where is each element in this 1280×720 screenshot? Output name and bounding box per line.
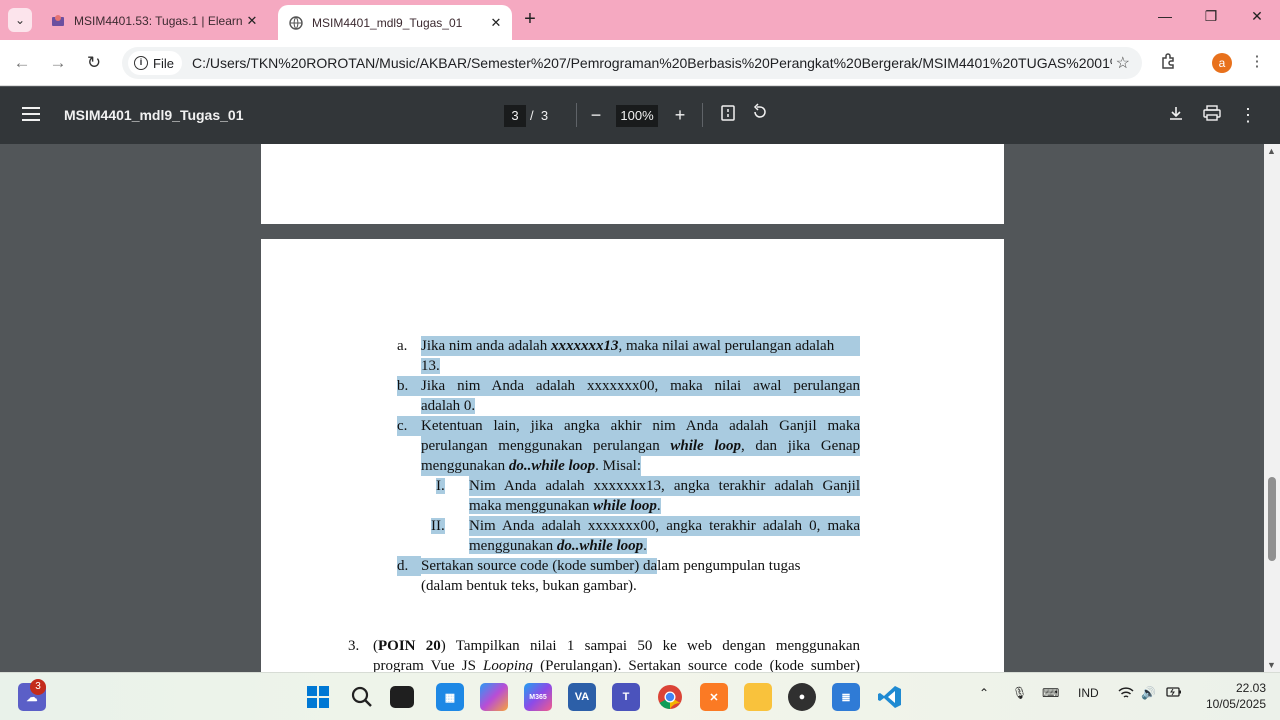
battery-icon[interactable] bbox=[1166, 686, 1182, 701]
keyboard-icon[interactable]: ⌨ bbox=[1042, 686, 1059, 700]
system-clock[interactable]: 22.03 10/05/2025 bbox=[1196, 680, 1266, 712]
volume-icon[interactable]: 🔊 bbox=[1141, 686, 1156, 700]
vscode-icon[interactable] bbox=[876, 683, 904, 711]
site-info-chip[interactable]: i File bbox=[128, 51, 182, 75]
language-indicator[interactable]: IND bbox=[1078, 686, 1099, 700]
zoom-in-button[interactable]: + bbox=[668, 103, 692, 127]
sub-item-i-line1: Nim Anda adalah xxxxxxx13, angka terakhi… bbox=[469, 476, 860, 496]
search-icon[interactable] bbox=[348, 683, 376, 711]
url-text[interactable]: C:/Users/TKN%20ROROTAN/Music/AKBAR/Semes… bbox=[192, 55, 1112, 71]
page-separator: / bbox=[530, 108, 534, 123]
new-tab-button[interactable]: + bbox=[518, 8, 542, 32]
profile-avatar[interactable]: a bbox=[1212, 53, 1232, 73]
tab-pdf[interactable]: MSIM4401_mdl9_Tugas_01 ✕ bbox=[278, 5, 512, 40]
list-item-c-line3: menggunakan do..while loop. Misal: bbox=[421, 456, 641, 476]
close-tab-icon[interactable]: ✕ bbox=[242, 13, 262, 29]
teams-icon[interactable]: T bbox=[612, 683, 640, 711]
fit-page-icon[interactable] bbox=[716, 103, 740, 127]
restore-button[interactable]: ❐ bbox=[1188, 8, 1234, 32]
page-count: / 3 bbox=[530, 108, 548, 123]
sub-list-marker: I. bbox=[436, 478, 445, 494]
list-item-d-line1: d. Sertakan source code (kode sumber) dal… bbox=[397, 556, 801, 576]
pdf-page: a. Jika nim anda adalah xxxxxxx13, maka … bbox=[261, 239, 1004, 672]
info-icon: i bbox=[134, 56, 148, 70]
tab-elearning[interactable]: MSIM4401.53: Tugas.1 | Elearni ✕ bbox=[40, 5, 268, 36]
sub-item-ii-line1: Nim Anda adalah xxxxxxx00, angka terakhi… bbox=[469, 516, 860, 536]
start-icon[interactable] bbox=[304, 683, 332, 711]
tab-strip: ⌄ MSIM4401.53: Tugas.1 | Elearni ✕ MSIM4… bbox=[0, 0, 1280, 40]
list-item-a-line2: 13. bbox=[421, 358, 440, 374]
scroll-down-icon[interactable]: ▼ bbox=[1267, 660, 1276, 670]
total-pages: 3 bbox=[540, 108, 549, 123]
list-marker: a. bbox=[397, 338, 408, 354]
tab-title: MSIM4401.53: Tugas.1 | Elearni bbox=[74, 13, 242, 28]
list-marker: b. bbox=[397, 378, 409, 394]
clock-date: 10/05/2025 bbox=[1205, 697, 1266, 711]
list-item-b-line2: adalah 0. bbox=[421, 398, 476, 414]
globe-icon bbox=[288, 15, 304, 31]
wifi-icon[interactable] bbox=[1118, 686, 1134, 703]
back-button[interactable]: ← bbox=[10, 51, 34, 75]
question-3-line2: program Vue JS Looping (Perulangan). Ser… bbox=[373, 658, 860, 672]
divider bbox=[702, 103, 703, 127]
document-title: MSIM4401_mdl9_Tugas_01 bbox=[64, 107, 244, 123]
obs-icon[interactable]: ● bbox=[788, 683, 816, 711]
sub-item-i-line2: maka menggunakan while loop. bbox=[469, 498, 661, 514]
tab-title: MSIM4401_mdl9_Tugas_01 bbox=[312, 15, 463, 30]
list-item-c-line1: c. Ketentuan lain, jika angka akhir nim … bbox=[397, 416, 860, 436]
clock-time: 22.03 bbox=[1235, 681, 1266, 695]
reload-button[interactable]: ↻ bbox=[82, 51, 106, 75]
list-item-d-line2: (dalam bentuk teks, bukan gambar). bbox=[421, 578, 637, 594]
sidebar-menu-icon[interactable] bbox=[22, 107, 40, 121]
sub-item-ii-line2: menggunakan do..while loop. bbox=[469, 538, 647, 554]
notepad-icon[interactable]: ≣ bbox=[832, 683, 860, 711]
pdf-viewport[interactable]: a. Jika nim anda adalah xxxxxxx13, maka … bbox=[0, 144, 1264, 672]
download-icon[interactable] bbox=[1164, 103, 1188, 127]
forward-button[interactable]: → bbox=[46, 51, 70, 75]
list-item-a-line1: Jika nim anda adalah xxxxxxx13, maka nil… bbox=[421, 336, 860, 356]
list-item-c-line2: perulangan menggunakan perulangan while … bbox=[421, 436, 860, 456]
browser-menu-icon[interactable]: ⋮ bbox=[1246, 52, 1268, 74]
microphone-icon[interactable]: 🎙 bbox=[1012, 686, 1027, 700]
visual-studio-icon[interactable]: VA bbox=[568, 683, 596, 711]
site-info-label: File bbox=[153, 55, 174, 71]
elearning-favicon-icon bbox=[50, 13, 66, 29]
vertical-scrollbar[interactable]: ▲ ▼ bbox=[1264, 144, 1280, 672]
m365-icon[interactable]: M365 bbox=[524, 683, 552, 711]
list-marker: c. bbox=[397, 418, 408, 434]
bookmark-star-icon[interactable]: ☆ bbox=[1116, 53, 1130, 73]
divider bbox=[576, 103, 577, 127]
tab-search-button[interactable]: ⌄ bbox=[8, 8, 32, 32]
chevron-up-icon[interactable]: ⌃ bbox=[979, 686, 989, 700]
scroll-up-icon[interactable]: ▲ bbox=[1267, 146, 1276, 156]
rotate-icon[interactable] bbox=[748, 103, 772, 127]
microsoft-store-icon[interactable]: ▦ bbox=[436, 683, 464, 711]
question-3-line1: (POIN 20) Tampilkan nilai 1 sampai 50 ke… bbox=[373, 638, 860, 654]
list-item-b-line1: b. Jika nim Anda adalah xxxxxxx00, maka … bbox=[397, 376, 860, 396]
close-window-button[interactable]: ✕ bbox=[1234, 8, 1280, 32]
chrome-icon[interactable] bbox=[656, 683, 684, 711]
address-bar[interactable]: i File C:/Users/TKN%20ROROTAN/Music/AKBA… bbox=[122, 47, 1142, 79]
close-tab-icon[interactable]: ✕ bbox=[486, 15, 506, 31]
list-marker: d. bbox=[397, 556, 421, 576]
minimize-button[interactable]: — bbox=[1142, 8, 1188, 32]
pdf-toolbar: MSIM4401_mdl9_Tugas_01 3 / 3 − 100% + ⋮ bbox=[0, 87, 1280, 144]
scrollbar-thumb[interactable] bbox=[1268, 477, 1276, 561]
copilot-icon[interactable] bbox=[480, 683, 508, 711]
file-explorer-icon[interactable] bbox=[744, 683, 772, 711]
previous-page bbox=[261, 144, 1004, 224]
print-icon[interactable] bbox=[1200, 103, 1224, 127]
page-number-input[interactable]: 3 bbox=[504, 105, 526, 127]
notification-badge: 3 bbox=[30, 679, 46, 695]
zoom-input[interactable]: 100% bbox=[616, 105, 658, 127]
chevron-down-icon: ⌄ bbox=[14, 13, 26, 27]
file-explorer-dark-icon[interactable] bbox=[390, 686, 414, 708]
list-marker: 3. bbox=[348, 638, 360, 654]
more-options-icon[interactable]: ⋮ bbox=[1236, 103, 1260, 127]
zoom-out-button[interactable]: − bbox=[584, 103, 608, 127]
xampp-icon[interactable]: ✕ bbox=[700, 683, 728, 711]
sub-list-marker: II. bbox=[431, 518, 445, 534]
extensions-icon[interactable] bbox=[1158, 52, 1180, 74]
browser-toolbar: ← → ↻ i File C:/Users/TKN%20ROROTAN/Musi… bbox=[0, 40, 1280, 86]
